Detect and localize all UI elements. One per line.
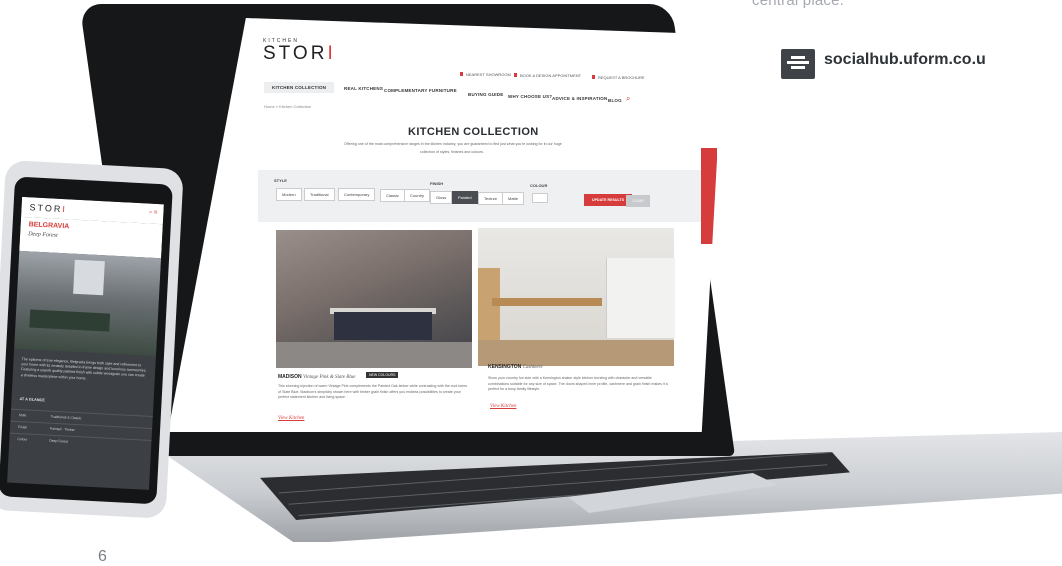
phone-description: The epitome of true elegance, Belgravia … bbox=[20, 357, 147, 381]
page-subtitle-line1: Offering one of the most comprehensive r… bbox=[344, 142, 562, 146]
finish-gloss[interactable]: Gloss bbox=[430, 191, 453, 204]
colour-select[interactable] bbox=[532, 193, 548, 203]
site-logo[interactable]: STORI bbox=[263, 43, 336, 65]
style-filter-label: STYLE bbox=[274, 178, 287, 183]
at-a-glance-label: AT A GLANCE bbox=[19, 397, 45, 403]
phone-subtitle: Deep Forest bbox=[27, 231, 58, 239]
nav-buying-guide[interactable]: BUYING GUIDE bbox=[468, 92, 503, 97]
card-madison-title: MADISON Vintage Pink & Slate Blue bbox=[278, 374, 356, 380]
new-colours-badge: NEW COLOURS bbox=[366, 372, 399, 378]
page-title: KITCHEN COLLECTION bbox=[408, 126, 539, 138]
topnav-showroom[interactable]: NEAREST SHOWROOM bbox=[466, 72, 511, 77]
search-icon[interactable]: ⌕ bbox=[626, 94, 630, 104]
style-classic[interactable]: Classic bbox=[380, 189, 405, 202]
breadcrumb: Home » Kitchen Collection bbox=[264, 104, 312, 109]
intro-text: central place. bbox=[752, 0, 845, 9]
finish-matte[interactable]: Matte bbox=[502, 192, 525, 205]
belgravia-kitchen-image bbox=[14, 250, 162, 357]
laptop-screen: KITCHEN STORI NEAREST SHOWROOM BOOK A DE… bbox=[168, 18, 724, 432]
calendar-icon bbox=[514, 73, 517, 77]
side-quick-links[interactable] bbox=[701, 148, 717, 244]
update-results-button[interactable]: UPDATE RESULTS bbox=[584, 194, 633, 206]
style-country[interactable]: Country bbox=[404, 189, 431, 202]
phone-device: STORI ⌕ ≡ BELGRAVIA Deep Forest The epit… bbox=[0, 160, 184, 519]
phone-search-icon[interactable]: ⌕ ≡ bbox=[149, 210, 158, 217]
nav-blog[interactable]: BLOG bbox=[608, 98, 622, 103]
phone-screen: STORI ⌕ ≡ BELGRAVIA Deep Forest The epit… bbox=[7, 196, 164, 490]
brochure-icon bbox=[592, 75, 595, 79]
kensington-kitchen-image[interactable] bbox=[478, 228, 675, 366]
madison-kitchen-image[interactable] bbox=[276, 230, 472, 368]
finish-painted[interactable]: Painted bbox=[452, 191, 478, 204]
card-kensington-text: Show your country fun side with a Kensin… bbox=[488, 376, 668, 391]
social-hub-link[interactable]: socialhub.uform.co.u bbox=[824, 51, 986, 69]
nav-advice[interactable]: ADVICE & INSPIRATION bbox=[552, 96, 607, 101]
card-kensington-title: KENSINGTON Cashmere bbox=[488, 364, 543, 370]
nav-complementary-furniture[interactable]: COMPLEMENTARY FURNITURE bbox=[384, 88, 457, 93]
kensington-view-kitchen-link[interactable]: View Kitchen bbox=[490, 404, 516, 409]
card-madison-text: This stunning injection of warm Vintage … bbox=[278, 384, 468, 399]
topnav-appointment[interactable]: BOOK A DESIGN APPOINTMENT bbox=[520, 73, 581, 78]
nav-real-kitchens[interactable]: REAL KITCHENS bbox=[344, 86, 383, 91]
page-subtitle-line2: collection of styles, finishes and colou… bbox=[420, 150, 484, 154]
location-icon bbox=[460, 72, 463, 76]
nav-kitchen-collection[interactable]: KITCHEN COLLECTION bbox=[264, 82, 335, 93]
nav-why-choose-us[interactable]: WHY CHOOSE US? bbox=[508, 94, 552, 99]
layout-icon bbox=[781, 49, 815, 79]
page-number: 6 bbox=[98, 548, 107, 565]
colour-filter-label: COLOUR bbox=[530, 183, 548, 188]
clear-button[interactable]: CLEAR bbox=[626, 195, 650, 207]
phone-bezel: STORI ⌕ ≡ BELGRAVIA Deep Forest The epit… bbox=[0, 176, 173, 505]
finish-filter-label: FINISH bbox=[430, 181, 444, 186]
madison-view-kitchen-link[interactable]: View Kitchen bbox=[278, 416, 304, 421]
style-modern[interactable]: Modern bbox=[276, 188, 302, 201]
phone-logo[interactable]: STORI bbox=[29, 202, 67, 214]
finish-texture[interactable]: Texture bbox=[478, 192, 504, 205]
topnav-brochure[interactable]: REQUEST A BROCHURE bbox=[598, 75, 645, 80]
style-contemporary[interactable]: Contemporary bbox=[338, 188, 376, 201]
phone-title: BELGRAVIA bbox=[28, 221, 70, 231]
style-traditional[interactable]: Traditional bbox=[304, 188, 335, 201]
